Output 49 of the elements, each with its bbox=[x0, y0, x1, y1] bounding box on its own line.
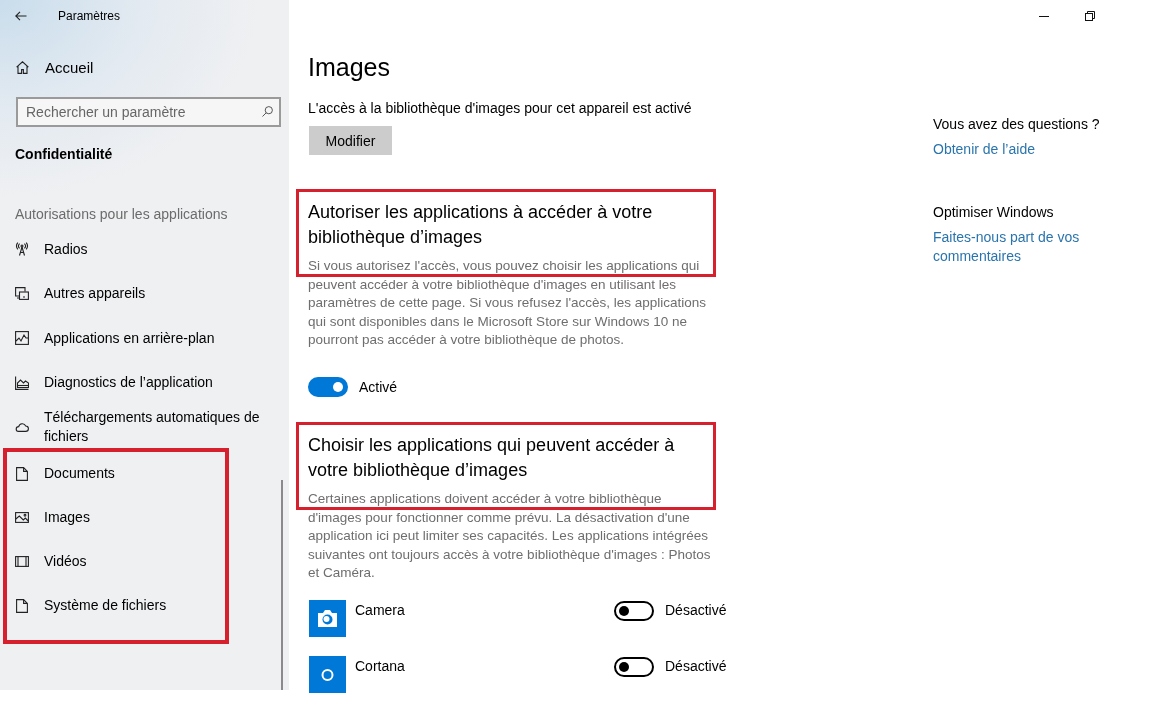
help-link[interactable]: Obtenir de l’aide bbox=[933, 140, 1035, 159]
toggle-switch[interactable] bbox=[614, 656, 654, 677]
help-heading: Optimiser Windows bbox=[933, 203, 1054, 222]
app-name: Cortana bbox=[355, 656, 406, 676]
nav-item[interactable]: Applications en arrière-plan bbox=[0, 316, 281, 361]
camera-app-icon bbox=[308, 599, 346, 637]
search-icon bbox=[262, 106, 273, 117]
window-title: Paramètres bbox=[58, 9, 121, 23]
nav-item[interactable]: Images bbox=[7, 495, 225, 540]
area-chart-icon bbox=[15, 375, 29, 390]
document-icon bbox=[16, 466, 28, 481]
nav-item[interactable]: Vidéos bbox=[7, 539, 225, 584]
modify-button[interactable]: Modifier bbox=[309, 126, 392, 155]
app-name: Camera bbox=[355, 600, 406, 620]
toggle-label: Désactivé bbox=[665, 656, 727, 676]
section-heading: Autoriser les applications à accéder à votre bibliothèque d’images bbox=[308, 201, 654, 249]
document-icon bbox=[16, 598, 28, 613]
search-field[interactable]: Rechercher un paramètre bbox=[16, 97, 281, 127]
film-frame-icon bbox=[15, 556, 29, 567]
section-description: Certaines applications doivent accéder à votre bibliothèque d'images pour fonctionner comme prévu. La désactivation d'une application ici peut limiter ses capacités. Les applications intégrées suivantes ont toujours accès à votre bibliothèque d'images : Photos et Caméra. bbox=[308, 489, 712, 583]
restore-icon bbox=[1085, 11, 1095, 21]
toggle-switch[interactable] bbox=[614, 600, 654, 621]
help-heading: Vous avez des questions ? bbox=[933, 115, 1100, 134]
picture-icon bbox=[15, 512, 29, 523]
page-title: Images bbox=[308, 52, 391, 83]
back-arrow-icon bbox=[15, 11, 27, 21]
section-heading: Confidentialité bbox=[15, 145, 113, 164]
help-link[interactable]: Faites-nous part de vos commentaires bbox=[933, 228, 1113, 266]
devices-icon bbox=[15, 287, 29, 301]
cloud-icon bbox=[15, 422, 29, 433]
home-nav-item[interactable]: Accueil bbox=[0, 45, 104, 89]
toggle-label: Activé bbox=[359, 378, 398, 395]
nav-item[interactable]: Documents bbox=[7, 451, 225, 496]
nav-item[interactable]: Radios bbox=[0, 227, 281, 272]
toggle-label: Désactivé bbox=[665, 600, 727, 620]
nav-item[interactable]: Système de fichiers bbox=[7, 583, 225, 628]
group-label: Autorisations pour les applications bbox=[15, 205, 228, 224]
home-icon bbox=[16, 60, 29, 74]
minimize-icon bbox=[1039, 15, 1049, 17]
nav-item[interactable]: Téléchargements automatiques de fichiers bbox=[0, 405, 281, 450]
nav-item[interactable]: Autres appareils bbox=[0, 271, 281, 316]
antenna-icon bbox=[15, 242, 29, 257]
scrollbar[interactable] bbox=[281, 480, 283, 690]
section-heading: Choisir les applications qui peuvent accéder à votre bibliothèque d’images bbox=[308, 433, 676, 482]
status-text: L'accès à la bibliothèque d'images pour cet appareil est activé bbox=[308, 99, 693, 118]
activity-chart-icon bbox=[15, 331, 29, 346]
nav-item[interactable]: Diagnostics de l’application bbox=[0, 360, 281, 405]
toggle-switch[interactable] bbox=[308, 377, 348, 398]
section-description: Si vous autorisez l'accès, vous pouvez choisir les applications qui peuvent accéder à votre bibliothèque d'images en utilisant les paramètres de cette page. Si vous refusez l'accès, les applications qui sont disponibles dans le Microsoft Store sur Windows 10 ne pourront pas accéder à votre bibliothèque de photos. bbox=[308, 257, 708, 350]
